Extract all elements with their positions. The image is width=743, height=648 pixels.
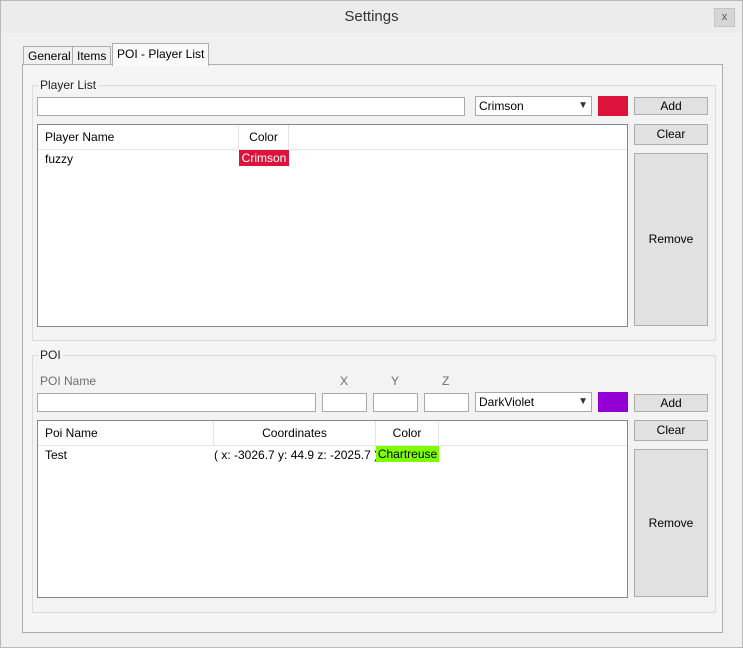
player-name-input[interactable] bbox=[37, 97, 465, 116]
poi-color-cell: Chartreuse bbox=[376, 446, 439, 462]
tab-items[interactable]: Items bbox=[72, 46, 112, 65]
x-label: X bbox=[340, 374, 349, 388]
z-label: Z bbox=[442, 374, 450, 388]
chevron-down-icon: ▼ bbox=[578, 396, 588, 407]
poi-coordinates-cell: ( x: -3026.7 y: 44.9 z: -2025.7 ) bbox=[214, 448, 379, 462]
poi-list-view[interactable]: Poi Name Coordinates Color Test ( x: -30… bbox=[37, 420, 628, 598]
column-header-poi-color[interactable]: Color bbox=[376, 421, 439, 445]
player-list-group-label: Player List bbox=[38, 78, 99, 92]
poi-clear-button[interactable]: Clear bbox=[634, 420, 708, 441]
poi-z-input[interactable] bbox=[424, 393, 469, 412]
player-add-button[interactable]: Add bbox=[634, 97, 708, 115]
poi-name-cell: Test bbox=[45, 448, 68, 462]
player-color-select-value: Crimson bbox=[479, 99, 524, 113]
column-header-poi-name[interactable]: Poi Name bbox=[38, 421, 214, 445]
poi-group-label: POI bbox=[38, 348, 63, 362]
poi-list-header: Poi Name Coordinates Color bbox=[38, 421, 627, 446]
settings-window: Settings x General Items POI - Player Li… bbox=[0, 0, 743, 648]
column-header-color[interactable]: Color bbox=[239, 125, 289, 149]
poi-name-label: POI Name bbox=[40, 374, 97, 388]
close-button[interactable]: x bbox=[714, 8, 735, 27]
poi-add-button[interactable]: Add bbox=[634, 394, 708, 412]
title-bar[interactable]: Settings x bbox=[1, 1, 742, 33]
player-color-swatch[interactable] bbox=[598, 96, 628, 116]
chevron-down-icon: ▼ bbox=[578, 100, 588, 111]
column-header-coordinates[interactable]: Coordinates bbox=[214, 421, 376, 445]
tab-general[interactable]: General bbox=[23, 46, 76, 65]
poi-y-input[interactable] bbox=[373, 393, 418, 412]
window-title: Settings bbox=[344, 8, 399, 25]
player-remove-button[interactable]: Remove bbox=[634, 153, 708, 326]
poi-color-select[interactable]: DarkViolet ▼ bbox=[475, 392, 592, 412]
player-color-cell: Crimson bbox=[239, 150, 289, 166]
poi-x-input[interactable] bbox=[322, 393, 367, 412]
player-list-header: Player Name Color bbox=[38, 125, 627, 150]
player-list-view[interactable]: Player Name Color fuzzy Crimson bbox=[37, 124, 628, 327]
poi-color-select-value: DarkViolet bbox=[479, 395, 535, 409]
poi-name-input[interactable] bbox=[37, 393, 316, 412]
column-header-player-name[interactable]: Player Name bbox=[38, 125, 239, 149]
player-color-select[interactable]: Crimson ▼ bbox=[475, 96, 592, 116]
player-name-cell: fuzzy bbox=[45, 152, 74, 166]
tab-poi-player-list[interactable]: POI - Player List bbox=[112, 43, 210, 66]
y-label: Y bbox=[391, 374, 400, 388]
player-clear-button[interactable]: Clear bbox=[634, 124, 708, 145]
poi-color-swatch[interactable] bbox=[598, 392, 628, 412]
poi-remove-button[interactable]: Remove bbox=[634, 449, 708, 597]
